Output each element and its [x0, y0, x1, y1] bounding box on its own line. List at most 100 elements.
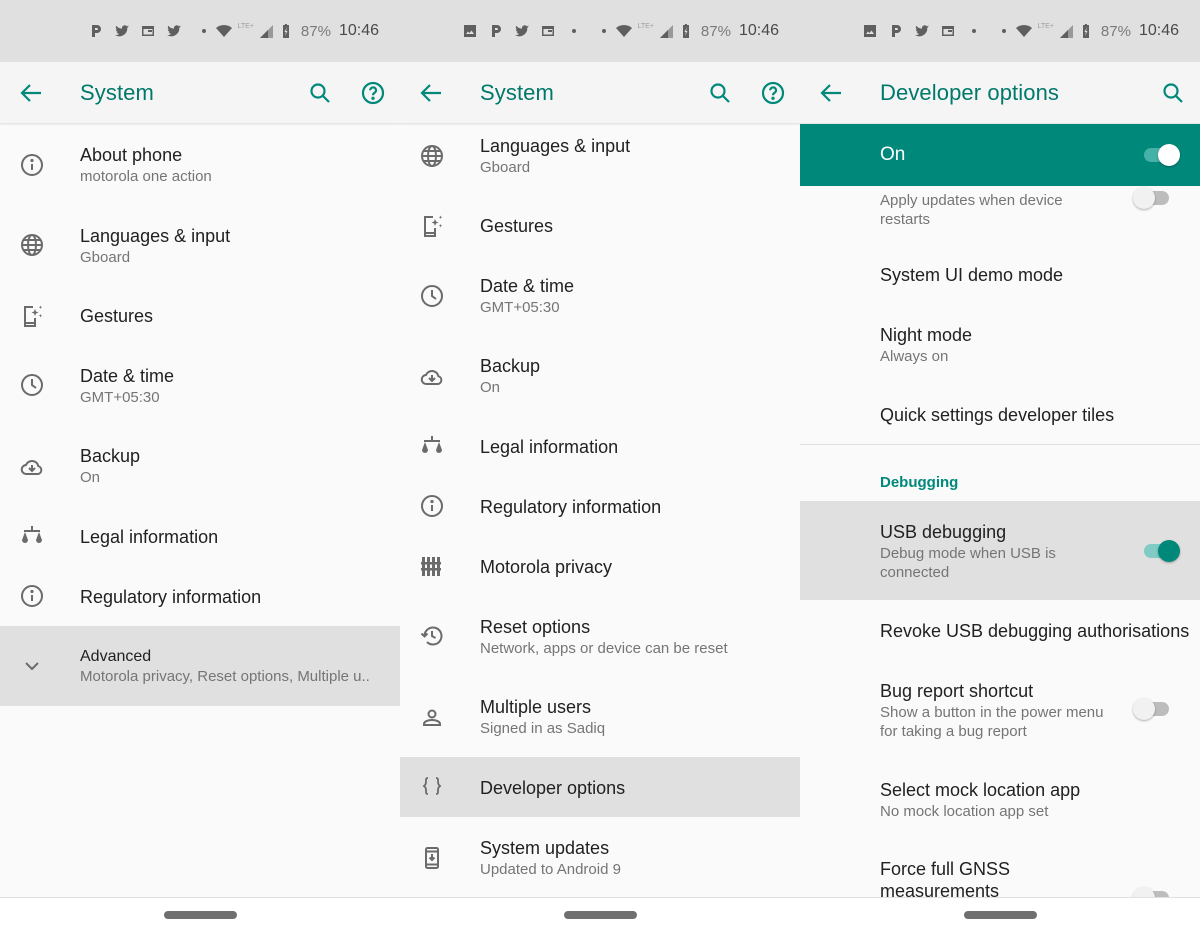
list-item-reset-options[interactable]: Reset options Network, apps or device can…	[400, 596, 800, 676]
item-subtitle: Apply updates when device restarts	[880, 192, 1063, 228]
list-item-legal[interactable]: Legal information	[400, 416, 800, 476]
item-title: Bug report shortcut	[880, 681, 1034, 701]
list-item-night-mode[interactable]: Night mode Always on	[800, 306, 1200, 386]
automatic-updates-toggle[interactable]	[1133, 186, 1171, 210]
home-gesture-handle[interactable]	[964, 911, 1037, 919]
list-item-system-updates[interactable]: System updates Updated to Android 9	[400, 817, 800, 897]
list-item-multiple-users[interactable]: Multiple users Signed in as Sadiq	[400, 676, 800, 757]
item-title: Developer options	[480, 778, 626, 798]
pinterest-icon	[88, 23, 104, 39]
list-item-revoke-usb-auth[interactable]: Revoke USB debugging authorisations	[800, 600, 1200, 660]
list-item-date-time[interactable]: Date & time GMT+05:30	[400, 256, 800, 336]
item-title: Multiple users	[480, 697, 592, 717]
list-item-motorola-privacy[interactable]: Motorola privacy	[400, 536, 800, 596]
help-icon[interactable]	[360, 80, 386, 106]
item-subtitle: GMT+05:30	[80, 389, 160, 406]
item-title: Gestures	[480, 216, 554, 236]
list-item-legal[interactable]: Legal information	[0, 506, 400, 566]
item-subtitle: Gboard	[480, 159, 531, 176]
item-subtitle: Updated to Android 9	[480, 861, 621, 878]
clock-time: 10:46	[738, 22, 779, 39]
list-item-automatic-updates[interactable]: Apply updates when device restarts	[800, 186, 1200, 236]
globe-icon	[419, 143, 445, 169]
list-item-force-gnss[interactable]: Force full GNSS measurements	[800, 840, 1200, 909]
item-title: Languages & input	[480, 136, 631, 156]
list-item-bug-report-shortcut[interactable]: Bug report shortcut Show a button in the …	[800, 660, 1200, 760]
item-title: USB debugging	[880, 522, 1007, 542]
list-item-gestures[interactable]: Gestures	[400, 196, 800, 256]
list-item-gestures[interactable]: Gestures	[0, 286, 400, 346]
search-icon[interactable]	[307, 80, 333, 106]
item-title: Gestures	[80, 306, 154, 326]
search-icon[interactable]	[1160, 80, 1186, 106]
nav-bar	[0, 897, 400, 933]
home-gesture-handle[interactable]	[564, 911, 637, 919]
dot-icon	[201, 29, 206, 33]
twitter-icon	[514, 23, 530, 39]
item-subtitle: Debug mode when USB is connected	[880, 545, 1056, 581]
item-title: Date & time	[80, 366, 175, 386]
pinterest-icon	[488, 23, 504, 39]
scales-icon	[19, 523, 45, 549]
list-item-usb-debugging[interactable]: USB debugging Debug mode when USB is conn…	[800, 501, 1200, 600]
info-icon	[19, 583, 45, 609]
list-item-regulatory[interactable]: Regulatory information	[0, 566, 400, 626]
section-divider	[800, 444, 1200, 445]
item-subtitle: Always on	[880, 348, 949, 365]
clock-time: 10:46	[338, 22, 379, 39]
calendar-icon	[540, 23, 556, 39]
list-item-date-time[interactable]: Date & time GMT+05:30	[0, 346, 400, 426]
home-gesture-handle[interactable]	[164, 911, 237, 919]
bug-report-toggle[interactable]	[1133, 697, 1171, 721]
app-bar: System	[400, 62, 800, 124]
wifi-icon	[615, 23, 632, 39]
twitter-icon	[114, 23, 130, 39]
master-toggle[interactable]	[1142, 143, 1180, 167]
list-item-backup[interactable]: Backup On	[0, 426, 400, 506]
search-icon[interactable]	[707, 80, 733, 106]
list-item-mock-location[interactable]: Select mock location app No mock location…	[800, 760, 1200, 840]
dot-icon	[1001, 29, 1006, 33]
clock-icon	[419, 283, 445, 309]
item-title: Backup	[80, 446, 141, 466]
help-icon[interactable]	[760, 80, 786, 106]
item-subtitle: Signed in as Sadiq	[480, 720, 606, 737]
info-icon	[419, 493, 445, 519]
item-subtitle: No mock location app set	[880, 803, 1049, 820]
system-screen-collapsed: LTE+ 87% 10:46 System About phone motorol…	[0, 0, 400, 933]
master-switch-bar[interactable]: On	[800, 124, 1200, 186]
list-item-system-ui-demo[interactable]: System UI demo mode	[800, 246, 1200, 306]
network-type: LTE+	[1037, 22, 1054, 30]
list-item-about-phone[interactable]: About phone motorola one action	[0, 126, 400, 206]
back-arrow-icon[interactable]	[418, 80, 444, 106]
list-item-languages[interactable]: Languages & input Gboard	[0, 206, 400, 286]
item-subtitle: Motorola privacy, Reset options, Multipl…	[80, 668, 370, 685]
back-arrow-icon[interactable]	[18, 80, 44, 106]
page-title: System	[80, 79, 154, 105]
list-item-advanced[interactable]: Advanced Motorola privacy, Reset options,…	[0, 626, 400, 706]
scales-icon	[419, 433, 445, 459]
list-item-developer-options[interactable]: Developer options	[400, 757, 800, 817]
item-subtitle: Network, apps or device can be reset	[480, 640, 728, 657]
image-icon	[862, 23, 878, 39]
item-title: Force full GNSS measurements	[880, 859, 1011, 901]
gestures-icon	[19, 303, 45, 329]
item-title: Regulatory information	[80, 587, 262, 607]
calendar-icon	[940, 23, 956, 39]
battery-percent: 87%	[300, 22, 331, 40]
wifi-icon	[215, 23, 232, 39]
master-switch-label: On	[880, 144, 906, 165]
item-title: Motorola privacy	[480, 557, 613, 577]
list-item-quick-settings-tiles[interactable]: Quick settings developer tiles	[800, 386, 1200, 444]
list-item-regulatory[interactable]: Regulatory information	[400, 476, 800, 536]
list-item-backup[interactable]: Backup On	[400, 336, 800, 416]
back-arrow-icon[interactable]	[818, 80, 844, 106]
signal-icon	[658, 23, 674, 39]
item-title: About phone	[80, 145, 183, 165]
list-item-languages[interactable]: Languages & input Gboard	[400, 126, 800, 196]
dot-icon	[571, 29, 576, 33]
signal-icon	[258, 23, 274, 39]
item-subtitle: GMT+05:30	[480, 299, 560, 316]
history-icon	[419, 623, 445, 649]
usb-debugging-toggle[interactable]	[1142, 539, 1180, 563]
